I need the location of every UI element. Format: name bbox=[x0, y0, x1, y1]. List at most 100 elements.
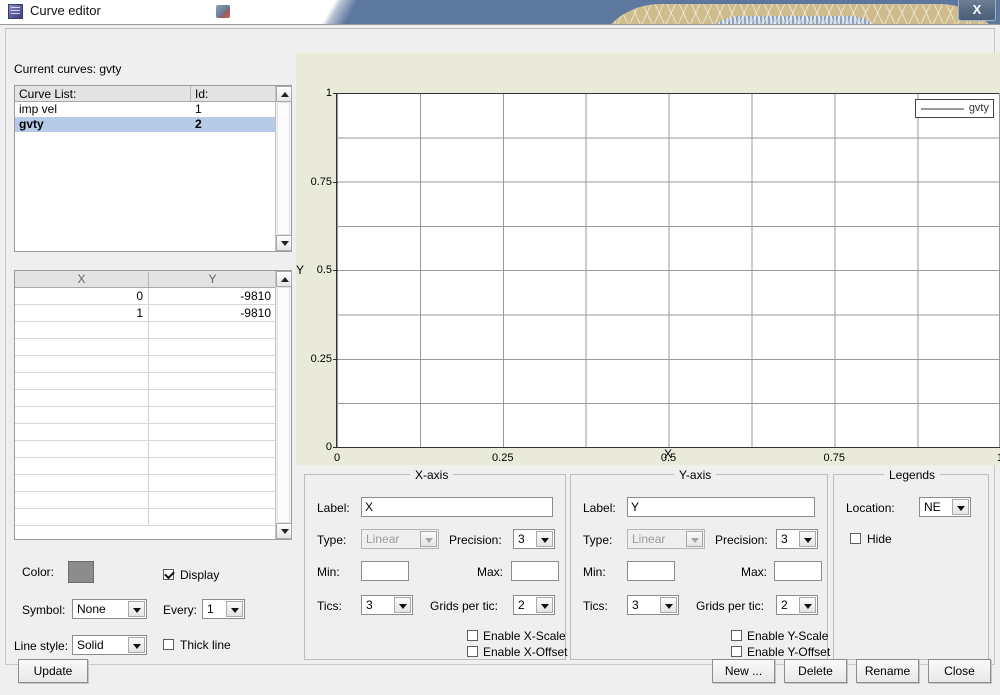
legend-location-select[interactable]: NE bbox=[919, 497, 971, 517]
curve-list[interactable]: Curve List: Id: imp vel 1 gvty 2 bbox=[14, 85, 292, 252]
window-title-bar[interactable]: Curve editor X bbox=[0, 0, 1000, 24]
cell-y[interactable] bbox=[149, 356, 276, 372]
table-row[interactable] bbox=[15, 458, 276, 475]
chevron-down-icon[interactable] bbox=[686, 531, 703, 547]
cell-x[interactable] bbox=[15, 492, 149, 508]
enable-y-offset-checkbox[interactable] bbox=[731, 646, 742, 657]
chevron-down-icon[interactable] bbox=[952, 499, 969, 515]
close-button[interactable]: Close bbox=[928, 659, 991, 683]
x-type-select[interactable]: Linear bbox=[361, 529, 439, 549]
cell-y[interactable] bbox=[149, 509, 276, 525]
cell-y[interactable] bbox=[149, 407, 276, 423]
cell-y[interactable] bbox=[149, 441, 276, 457]
cell-x[interactable] bbox=[15, 458, 149, 474]
table-row[interactable] bbox=[15, 424, 276, 441]
cell-x[interactable] bbox=[15, 339, 149, 355]
list-item[interactable]: imp vel 1 bbox=[15, 102, 276, 117]
x-grids-select[interactable]: 2 bbox=[513, 595, 555, 615]
table-row[interactable] bbox=[15, 441, 276, 458]
every-select[interactable]: 1 bbox=[202, 599, 245, 619]
scroll-up-icon[interactable] bbox=[276, 271, 292, 287]
x-max-input[interactable] bbox=[511, 561, 559, 581]
cell-y[interactable] bbox=[149, 458, 276, 474]
chevron-down-icon[interactable] bbox=[420, 531, 437, 547]
cell-x[interactable] bbox=[15, 373, 149, 389]
table-row[interactable] bbox=[15, 322, 276, 339]
update-button[interactable]: Update bbox=[18, 659, 88, 683]
list-item[interactable]: gvty 2 bbox=[15, 117, 276, 132]
cell-x[interactable] bbox=[15, 390, 149, 406]
y-grids-select[interactable]: 2 bbox=[776, 595, 818, 615]
scrollbar-track[interactable] bbox=[277, 287, 290, 523]
scrollbar-track[interactable] bbox=[277, 102, 290, 235]
chevron-down-icon[interactable] bbox=[536, 531, 553, 547]
y-type-select[interactable]: Linear bbox=[627, 529, 705, 549]
table-row[interactable] bbox=[15, 390, 276, 407]
cell-y[interactable] bbox=[149, 373, 276, 389]
chevron-down-icon[interactable] bbox=[660, 597, 677, 613]
thick-line-checkbox[interactable] bbox=[163, 639, 174, 650]
symbol-select[interactable]: None bbox=[72, 599, 147, 619]
cell-x[interactable] bbox=[15, 475, 149, 491]
close-icon[interactable]: X bbox=[958, 0, 996, 21]
rename-button[interactable]: Rename bbox=[856, 659, 919, 683]
cell-x[interactable]: 1 bbox=[15, 305, 149, 321]
cell-y[interactable]: -9810 bbox=[149, 305, 276, 321]
table-row[interactable] bbox=[15, 509, 276, 526]
curve-list-scrollbar[interactable] bbox=[275, 86, 292, 251]
enable-y-scale-checkbox[interactable] bbox=[731, 630, 742, 641]
table-row[interactable]: 1 -9810 bbox=[15, 305, 276, 322]
table-row[interactable] bbox=[15, 407, 276, 424]
cell-x[interactable] bbox=[15, 424, 149, 440]
cell-y[interactable] bbox=[149, 322, 276, 338]
display-checkbox[interactable] bbox=[163, 569, 174, 580]
y-min-input[interactable] bbox=[627, 561, 675, 581]
cell-y[interactable] bbox=[149, 339, 276, 355]
chevron-down-icon[interactable] bbox=[226, 601, 243, 617]
y-precision-select[interactable]: 3 bbox=[776, 529, 818, 549]
cell-x[interactable]: 0 bbox=[15, 288, 149, 304]
chevron-down-icon[interactable] bbox=[394, 597, 411, 613]
x-min-input[interactable] bbox=[361, 561, 409, 581]
table-row[interactable] bbox=[15, 339, 276, 356]
delete-button[interactable]: Delete bbox=[784, 659, 847, 683]
chevron-down-icon[interactable] bbox=[128, 601, 145, 617]
cell-y[interactable] bbox=[149, 424, 276, 440]
legend-hide-checkbox[interactable] bbox=[850, 533, 861, 544]
curve-data-table[interactable]: X Y 0 -9810 1 -9810 bbox=[14, 270, 292, 540]
x-tics-select[interactable]: 3 bbox=[361, 595, 413, 615]
x-precision-select[interactable]: 3 bbox=[513, 529, 555, 549]
cell-y[interactable]: -9810 bbox=[149, 288, 276, 304]
line-style-select[interactable]: Solid bbox=[72, 635, 147, 655]
plot-axes[interactable]: 1 0.75 0.5 0.25 0 0 0.25 0.5 0.75 1 gvty bbox=[311, 87, 1000, 464]
cell-y[interactable] bbox=[149, 492, 276, 508]
table-row[interactable] bbox=[15, 373, 276, 390]
table-row[interactable] bbox=[15, 492, 276, 509]
y-label-input[interactable]: Y bbox=[627, 497, 815, 517]
data-table-scrollbar[interactable] bbox=[275, 271, 292, 539]
y-tics-select[interactable]: 3 bbox=[627, 595, 679, 615]
chevron-down-icon[interactable] bbox=[536, 597, 553, 613]
cell-y[interactable] bbox=[149, 390, 276, 406]
enable-x-scale-checkbox[interactable] bbox=[467, 630, 478, 641]
table-row[interactable] bbox=[15, 356, 276, 373]
table-row[interactable]: 0 -9810 bbox=[15, 288, 276, 305]
color-swatch[interactable] bbox=[68, 561, 94, 583]
cell-x[interactable] bbox=[15, 441, 149, 457]
cell-x[interactable] bbox=[15, 407, 149, 423]
new-button[interactable]: New ... bbox=[712, 659, 775, 683]
cell-x[interactable] bbox=[15, 509, 149, 525]
cell-x[interactable] bbox=[15, 356, 149, 372]
cell-x[interactable] bbox=[15, 322, 149, 338]
scroll-down-icon[interactable] bbox=[276, 523, 292, 539]
x-label-input[interactable]: X bbox=[361, 497, 553, 517]
scroll-down-icon[interactable] bbox=[276, 235, 292, 251]
chevron-down-icon[interactable] bbox=[799, 597, 816, 613]
chevron-down-icon[interactable] bbox=[128, 637, 145, 653]
enable-x-offset-checkbox[interactable] bbox=[467, 646, 478, 657]
y-max-input[interactable] bbox=[774, 561, 822, 581]
chevron-down-icon[interactable] bbox=[799, 531, 816, 547]
table-row[interactable] bbox=[15, 475, 276, 492]
scroll-up-icon[interactable] bbox=[276, 86, 292, 102]
cell-y[interactable] bbox=[149, 475, 276, 491]
